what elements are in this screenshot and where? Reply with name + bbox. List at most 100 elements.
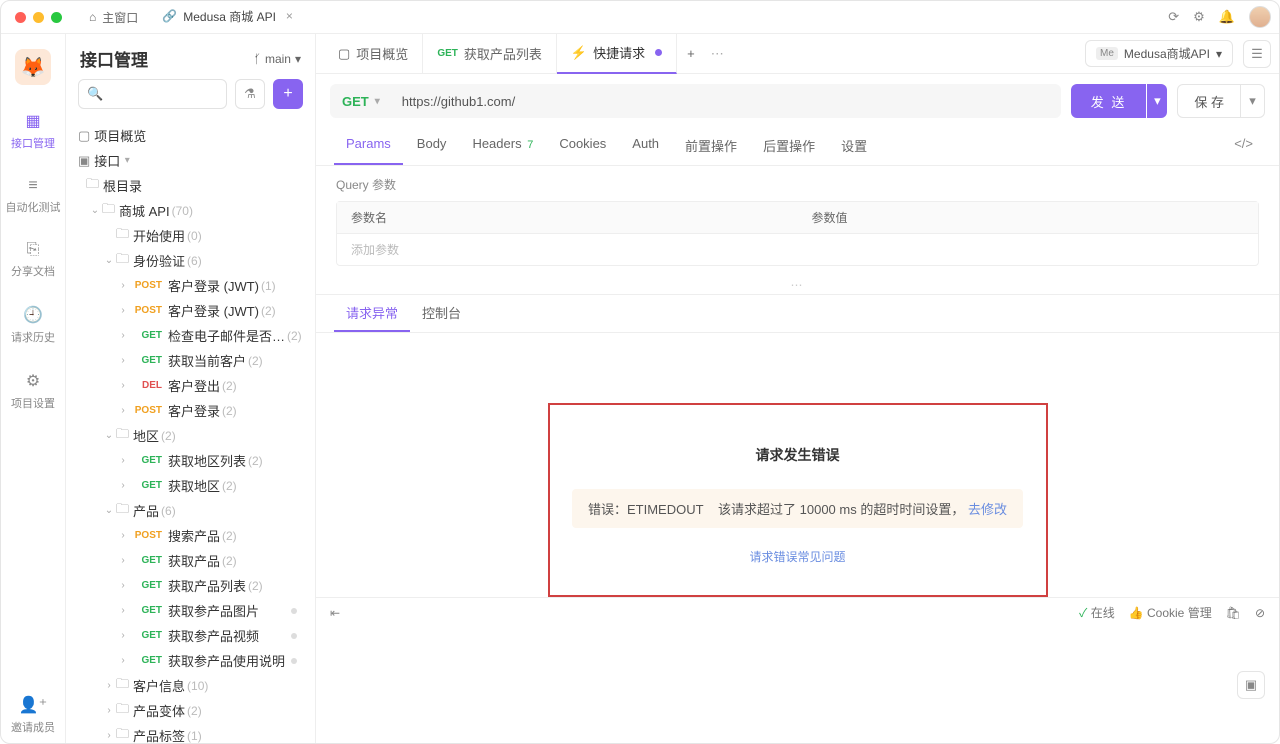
- maximize-window[interactable]: [51, 12, 62, 23]
- tree-item[interactable]: ›POST客户登录 (2): [74, 398, 307, 423]
- expand-button[interactable]: ▣: [1237, 671, 1265, 699]
- online-status: 在线: [1079, 604, 1115, 621]
- refresh-icon[interactable]: ⟳: [1168, 9, 1179, 25]
- subtab-body[interactable]: Body: [405, 128, 459, 165]
- save-dropdown[interactable]: ▾: [1241, 84, 1265, 118]
- tree-item[interactable]: ⌄🗀商城 API (70): [74, 198, 307, 223]
- add-button[interactable]: +: [273, 79, 303, 109]
- subtab-post[interactable]: 后置操作: [751, 128, 827, 165]
- tab-get-products[interactable]: GET获取产品列表: [423, 34, 557, 74]
- method-badge: GET: [130, 655, 162, 666]
- automation-icon: ≡: [28, 177, 37, 195]
- bell-icon[interactable]: 🔔: [1219, 9, 1235, 25]
- nav-invite[interactable]: 👤⁺邀请成员: [5, 687, 61, 743]
- method-badge: POST: [130, 405, 162, 416]
- resp-tab-console[interactable]: 控制台: [410, 295, 473, 332]
- close-window[interactable]: [15, 12, 26, 23]
- icon-sidebar: 🦊 ▦接口管理 ≡自动化测试 ⎘分享文档 🕘请求历史 ⚙项目设置 👤⁺邀请成员: [1, 34, 66, 743]
- save-button[interactable]: 保 存: [1177, 84, 1241, 118]
- cookie-manager[interactable]: 👍 Cookie 管理: [1129, 604, 1212, 621]
- tree-item[interactable]: ›GET获取参产品使用说明: [74, 648, 307, 673]
- minimize-window[interactable]: [33, 12, 44, 23]
- subtab-headers[interactable]: Headers 7: [460, 128, 545, 165]
- resize-handle[interactable]: ⋯: [316, 276, 1279, 294]
- tab-quick-request[interactable]: ⚡快捷请求: [557, 34, 677, 74]
- tree-item[interactable]: ›🗀产品变体 (2): [74, 698, 307, 723]
- faq-link[interactable]: 请求错误常见问题: [570, 548, 1026, 565]
- nav-project-settings[interactable]: ⚙项目设置: [5, 363, 61, 419]
- send-dropdown[interactable]: ▾: [1147, 84, 1167, 118]
- tree-item[interactable]: ›GET获取产品 (2): [74, 548, 307, 573]
- history-icon: 🕘: [23, 305, 43, 325]
- help-icon[interactable]: ⊘: [1255, 606, 1265, 620]
- query-table: 参数名 参数值 添加参数: [336, 201, 1259, 266]
- filter-button[interactable]: ⚗: [235, 79, 265, 109]
- subtab-auth[interactable]: Auth: [620, 128, 671, 165]
- link-icon: 🔗: [162, 9, 177, 23]
- subtab-settings[interactable]: 设置: [829, 128, 879, 165]
- tree-api-root[interactable]: ▣接口▾: [74, 148, 307, 173]
- tree-item[interactable]: ›GET获取地区 (2): [74, 473, 307, 498]
- tree-item[interactable]: ›🗀客户信息 (10): [74, 673, 307, 698]
- tree-item[interactable]: ⌄🗀身份验证 (6): [74, 248, 307, 273]
- tree-item[interactable]: ›GET获取参产品图片: [74, 598, 307, 623]
- chevron-icon: ›: [116, 280, 130, 291]
- tree-overview[interactable]: ▢项目概览: [74, 123, 307, 148]
- title-tab-home[interactable]: ⌂ 主窗口: [77, 1, 150, 34]
- content-area: ▢项目概览 GET获取产品列表 ⚡快捷请求 + ⋯ MeMedusa商城API▾…: [316, 34, 1279, 743]
- nav-api-management[interactable]: ▦接口管理: [5, 103, 61, 159]
- settings-icon[interactable]: ⚙: [1193, 9, 1205, 25]
- tab-add[interactable]: +: [677, 34, 705, 74]
- url-input[interactable]: https://github1.com/: [392, 94, 1061, 109]
- tab-more[interactable]: ⋯: [705, 34, 730, 74]
- invite-icon: 👤⁺: [19, 695, 47, 715]
- tree-item[interactable]: ›GET获取地区列表 (2): [74, 448, 307, 473]
- chevron-icon: ›: [116, 355, 130, 366]
- query-params-section: Query 参数 参数名 参数值 添加参数: [316, 166, 1279, 276]
- cart-icon[interactable]: 🛍: [1226, 606, 1241, 620]
- search-input[interactable]: 🔍: [78, 79, 227, 109]
- tree-item[interactable]: ⌄🗀地区 (2): [74, 423, 307, 448]
- method-badge: POST: [130, 305, 162, 316]
- chevron-icon: ›: [116, 480, 130, 491]
- tree-item[interactable]: ›POST客户登录 (JWT) (1): [74, 273, 307, 298]
- tree-item[interactable]: ›GET检查电子邮件是否… (2): [74, 323, 307, 348]
- chevron-icon: ›: [102, 705, 116, 716]
- tree-root-dir[interactable]: 🗀根目录: [74, 173, 307, 198]
- nav-share-docs[interactable]: ⎘分享文档: [5, 233, 61, 287]
- subtab-params[interactable]: Params: [334, 128, 403, 165]
- code-icon[interactable]: </>: [1226, 128, 1261, 165]
- environment-selector[interactable]: MeMedusa商城API▾: [1085, 40, 1233, 67]
- tree-item[interactable]: 🗀开始使用 (0): [74, 223, 307, 248]
- tree-item[interactable]: ›DEL客户登出 (2): [74, 373, 307, 398]
- add-param-row[interactable]: 添加参数: [337, 234, 1258, 265]
- tab-overview[interactable]: ▢项目概览: [324, 34, 423, 74]
- subtab-pre[interactable]: 前置操作: [673, 128, 749, 165]
- tree-item[interactable]: ›GET获取产品列表 (2): [74, 573, 307, 598]
- filter-icon: ⚗: [244, 86, 256, 102]
- fix-link[interactable]: 去修改: [968, 502, 1007, 517]
- avatar[interactable]: [1249, 6, 1271, 28]
- nav-automation[interactable]: ≡自动化测试: [5, 169, 61, 223]
- app-logo[interactable]: 🦊: [15, 49, 51, 85]
- method-badge: POST: [130, 280, 162, 291]
- tree-item[interactable]: ›GET获取参产品视频: [74, 623, 307, 648]
- tree-item[interactable]: ›POST客户登录 (JWT) (2): [74, 298, 307, 323]
- chevron-icon: ›: [116, 305, 130, 316]
- tree-item[interactable]: ›GET获取当前客户 (2): [74, 348, 307, 373]
- method-selector[interactable]: GET▾: [330, 94, 392, 109]
- title-tab-api[interactable]: 🔗 Medusa 商城 API ×: [150, 1, 305, 34]
- collapse-sidebar-icon[interactable]: ⇤: [330, 606, 340, 620]
- tree-item[interactable]: ›🗀产品标签 (1): [74, 723, 307, 743]
- tree-item[interactable]: ›POST搜索产品 (2): [74, 523, 307, 548]
- folder-icon: 🗀: [116, 700, 129, 722]
- branch-selector[interactable]: ᚶ main ▾: [254, 52, 301, 66]
- resp-tab-error[interactable]: 请求异常: [334, 295, 410, 332]
- sidebar-title: 接口管理: [80, 46, 254, 71]
- subtab-cookies[interactable]: Cookies: [547, 128, 618, 165]
- tree-item[interactable]: ⌄🗀产品 (6): [74, 498, 307, 523]
- panel-toggle[interactable]: ☰: [1243, 40, 1271, 68]
- close-icon[interactable]: ×: [286, 9, 293, 23]
- send-button[interactable]: 发 送: [1071, 84, 1147, 118]
- nav-history[interactable]: 🕘请求历史: [5, 297, 61, 353]
